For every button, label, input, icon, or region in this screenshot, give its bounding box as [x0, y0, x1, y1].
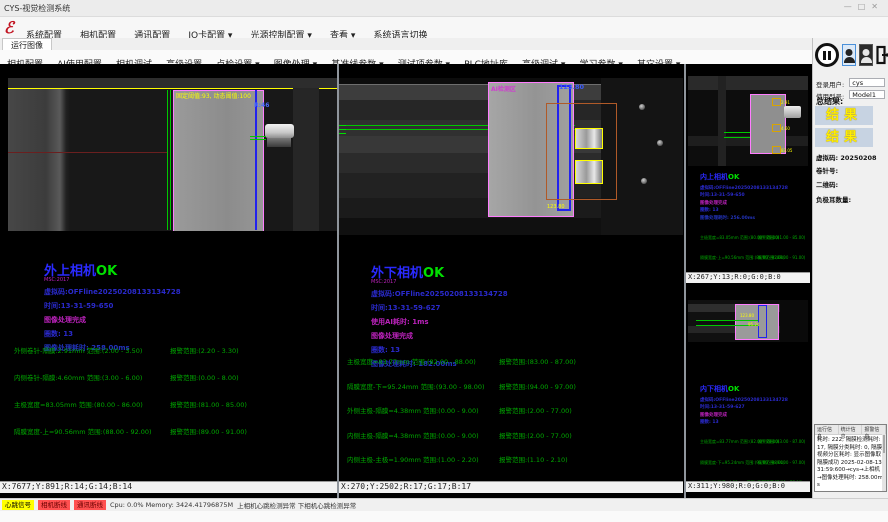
result-display-2: 结果	[815, 128, 873, 147]
info-tabs: 运行信息 统计信息 报警信息	[815, 425, 886, 435]
edge-value-label: R:46	[254, 102, 269, 109]
camera2-ok-badge: OK	[423, 266, 444, 281]
heartbeat-badge: 心跳信号	[2, 500, 34, 510]
menu-bar: ℰ 系统配置 相机配置 通讯配置 IO卡配置 ▾ 光源控制配置 ▾ 查看 ▾ 系…	[0, 17, 888, 39]
thumb2-image[interactable]: 123.80 95.24	[688, 300, 808, 342]
side-buttons	[815, 43, 888, 67]
close-icon[interactable]: ✕	[871, 2, 884, 11]
thumb2-result-overlay: 内下相机OK 虚拟码:OFFline20250208133134728 时间:1…	[700, 376, 805, 498]
main-content: 固定阈值:93, 动态阈值:100 R:46 外上相机OK MSC:2017 虚…	[0, 64, 812, 498]
user-icon	[863, 49, 870, 56]
tab-count-label: 负极耳数量:	[816, 194, 851, 204]
camera2-ai-time: 使用AI耗时: 1ms	[371, 317, 508, 327]
app-window: CYS-视觉检测系统 —□✕ ℰ 系统配置 相机配置 通讯配置 IO卡配置 ▾ …	[0, 0, 888, 522]
pause-button[interactable]	[815, 43, 839, 67]
camera1-time: 时间:13-31-59-650	[44, 301, 181, 311]
side-panel: 登录用户: cys 使用型号: Model1 总结果: 结果 结果 虚拟码: 2…	[812, 38, 888, 498]
app-logo-icon: ℰ	[4, 18, 14, 37]
clamp-part	[265, 124, 294, 138]
app-statusbar: 心跳信号 相机断线 通讯断线 Cpu: 0.0% Memory: 3424.41…	[0, 498, 888, 511]
info-scrollbar[interactable]	[882, 434, 886, 492]
thumb1-image[interactable]: 2.91 4.60 83.05	[688, 76, 808, 166]
tab-detect-box-1	[575, 128, 603, 149]
tab-run-info[interactable]: 运行信息	[815, 425, 839, 434]
measure-value-top: 123.80	[559, 83, 584, 91]
thumbnail-column: 2.91 4.60 83.05 内上相机OK 虚拟码:OFFline202502…	[686, 64, 810, 498]
info-box: 运行信息 统计信息 报警信息 耗时: 222, 隔膜检测耗时: 17, 隔膜分类…	[814, 424, 887, 492]
machine-column	[8, 78, 70, 231]
baseline-yellow	[8, 88, 337, 89]
qrcode-label: 二维码:	[816, 179, 838, 189]
green-measure-lines	[167, 90, 168, 230]
tab-stat-info[interactable]: 统计信息	[839, 425, 863, 434]
user-icon	[846, 49, 853, 56]
cpu-memory-info: Cpu: 0.0% Memory: 3424.41796875M	[110, 501, 233, 509]
vcode-label: 虚拟码:	[816, 154, 838, 162]
ai-region-label: AI检测区	[491, 84, 516, 93]
camera1-ok-badge: OK	[96, 264, 117, 279]
camera2-pixel-statusbar: X:270;Y:2502;R:17;G:17;B:17	[339, 481, 683, 493]
camera2-barcode: 虚拟码:OFFline20250208133134728	[371, 289, 508, 299]
camera-offline-badge: 相机断线	[38, 500, 70, 510]
tab-alarm-info[interactable]: 报警信息	[862, 425, 886, 434]
comm-offline-badge: 通讯断线	[74, 500, 106, 510]
thumb1-result-overlay: 内上相机OK 虚拟码:OFFline20250208133134728 时间:1…	[700, 164, 805, 265]
electrode-region-box	[173, 90, 264, 231]
camera2-done: 图像处理完成	[371, 331, 508, 341]
thumb1-pixel-statusbar: X:267;Y:13;R:0;G:0;B:0	[686, 272, 810, 283]
camera1-barcode: 虚拟码:OFFline20250208133134728	[44, 287, 181, 297]
result-display-1: 结果	[815, 106, 873, 125]
user-login-button[interactable]	[842, 44, 856, 66]
window-controls[interactable]: —□✕	[844, 2, 884, 11]
info-log-text: 耗时: 222, 隔膜检测耗时: 17, 隔膜分类耗时: 0, 隔膜视频分区耗时…	[815, 435, 886, 492]
camera2-time: 时间:13-31-59-627	[371, 303, 508, 313]
minimize-icon[interactable]: —	[844, 2, 858, 11]
camera-heartbeat-status: 上相机心跳检测异常 下相机心跳检测异常	[237, 500, 356, 510]
exit-button[interactable]	[876, 44, 888, 66]
camera1-image[interactable]: 固定阈值:93, 动态阈值:100 R:46	[8, 78, 337, 231]
threshold-label: 固定阈值:93, 动态阈值:100	[176, 91, 251, 100]
tab-detect-box-2	[575, 160, 603, 184]
model-field[interactable]: Model1	[849, 90, 885, 99]
desktop-strip	[0, 511, 888, 522]
camera1-pixel-statusbar: X:7677;Y:891;R:14;G:14;B:14	[0, 481, 337, 493]
user-switch-button[interactable]	[859, 44, 873, 66]
camera1-measurements: 外侧卷针-隔膜:2.91mm 范围:(2.00 - 3.50)报警范围:(2.2…	[14, 338, 247, 446]
title-bar[interactable]: CYS-视觉检测系统 —□✕	[0, 0, 888, 17]
vcode-value: 20250208	[840, 154, 876, 162]
blue-edge-line	[255, 90, 257, 230]
viewer-outer-upper-camera[interactable]: 固定阈值:93, 动态阈值:100 R:46 外上相机OK MSC:2017 虚…	[0, 64, 337, 498]
measure-value-bottom: 123.80	[547, 204, 565, 210]
exit-door-icon	[876, 44, 888, 66]
camera1-done: 图像处理完成	[44, 315, 181, 325]
needle-label: 卷针号:	[816, 165, 838, 175]
camera2-measurements: 主极宽度=83.77mm 范围:(82.00 - 88.00)报警范围:(83.…	[347, 349, 576, 496]
window-title: CYS-视觉检测系统	[4, 3, 70, 14]
brown-roi-rect	[546, 103, 617, 200]
maximize-icon[interactable]: □	[858, 2, 872, 11]
camera2-image[interactable]: AI检测区 123.80 123.80	[339, 78, 683, 235]
thumb2-pixel-statusbar: X:311;Y:980;R:0;G:0;B:0	[686, 481, 810, 492]
toolbar: 相机配置 AI使用配置 相机调试 高级设置 点检设置 ▾ 图像处理 ▾ 基准线参…	[0, 50, 812, 65]
viewer-outer-lower-camera[interactable]: AI检测区 123.80 123.80 外下相机OK MSC:2017 虚拟码:…	[339, 64, 683, 498]
